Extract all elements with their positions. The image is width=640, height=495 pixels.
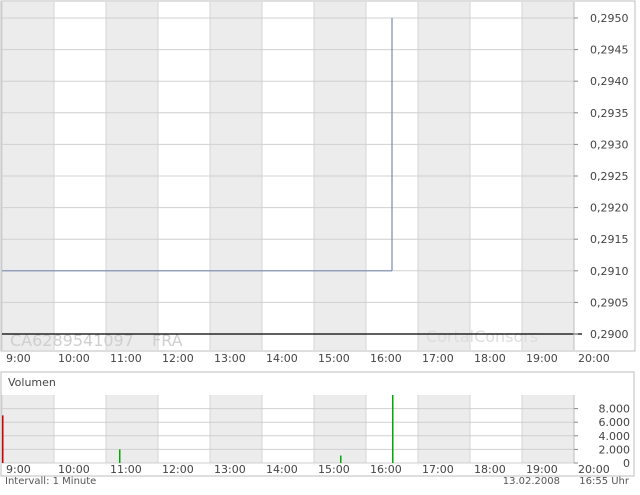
- footer-date: 13.02.2008: [503, 476, 560, 487]
- price-xtick-label: 15:00: [318, 352, 350, 365]
- price-xtick-label: 17:00: [422, 352, 454, 365]
- volume-xtick-label: 15:00: [318, 463, 350, 476]
- price-xtick-label: 16:00: [370, 352, 402, 365]
- price-ytick-label: 0,2945: [590, 44, 629, 57]
- footer-time: 16:55 Uhr: [579, 476, 630, 487]
- volume-panel: Volumen 8.0006.0004.0002.0000 9:00 10:00 11:…: [0, 371, 635, 477]
- volume-bg-stripe: [54, 395, 106, 463]
- price-xtick-label: 9:00: [6, 352, 31, 365]
- price-xtick-label: 12:00: [162, 352, 194, 365]
- volume-bg-stripe: [522, 395, 574, 463]
- volume-xtick-label: 12:00: [162, 463, 194, 476]
- volume-bar: [340, 455, 342, 463]
- price-xtick-label: 20:00: [578, 352, 610, 365]
- volume-ytick-label: 4.000: [599, 430, 631, 443]
- interval-label: Intervall: 1 Minute: [5, 476, 96, 487]
- volume-bg-stripe: [106, 395, 158, 463]
- price-xtick-label: 14:00: [266, 352, 298, 365]
- volume-bar: [392, 395, 394, 463]
- volume-bg-stripe: [470, 395, 522, 463]
- price-ytick-label: 0,2935: [590, 107, 629, 120]
- volume-xtick-label: 17:00: [422, 463, 454, 476]
- volume-xtick-label: 10:00: [58, 463, 90, 476]
- price-xtick-label: 13:00: [214, 352, 246, 365]
- watermark-brand: CortalConsors: [426, 327, 538, 346]
- chart-root: CA6289541097 FRA CortalConsors 0,2900 0,2905…: [0, 0, 640, 492]
- volume-bg-stripe: [158, 395, 210, 463]
- volume-xtick-label: 9:00: [6, 463, 31, 476]
- price-ytick-label: 0,2925: [590, 170, 629, 183]
- price-xtick-label: 11:00: [110, 352, 142, 365]
- price-ytick-label: 0,2910: [590, 265, 629, 278]
- price-panel: CA6289541097 FRA CortalConsors 0,29000,2905…: [0, 0, 636, 365]
- volume-xtick-label: 13:00: [214, 463, 246, 476]
- price-xtick-label: 10:00: [58, 352, 90, 365]
- volume-ytick-label: 6.000: [599, 416, 631, 429]
- volume-xtick-label: 14:00: [266, 463, 298, 476]
- price-ytick-label: 0,2900: [590, 328, 629, 341]
- volume-title: Volumen: [8, 376, 56, 389]
- volume-bg-stripe: [210, 395, 262, 463]
- volume-bg-stripe: [418, 395, 470, 463]
- volume-ytick-label: 2.000: [599, 443, 631, 456]
- volume-ytick-label: 0: [623, 457, 630, 470]
- price-ytick-label: 0,2915: [590, 233, 629, 246]
- volume-xtick-label: 20:00: [578, 463, 610, 476]
- chart-svg: CA6289541097 FRA CortalConsors 0,29000,2905…: [0, 0, 636, 487]
- volume-bar: [119, 449, 121, 463]
- volume-bg-stripe: [2, 395, 54, 463]
- volume-ytick-label: 8.000: [599, 403, 631, 416]
- volume-xtick-label: 16:00: [370, 463, 402, 476]
- volume-xtick-label: 19:00: [526, 463, 558, 476]
- price-ytick-label: 0,2930: [590, 138, 629, 151]
- volume-bg-stripe: [262, 395, 314, 463]
- price-ytick-label: 0,2920: [590, 202, 629, 215]
- volume-xtick-label: 11:00: [110, 463, 142, 476]
- price-xtick-label: 18:00: [474, 352, 506, 365]
- price-ytick-label: 0,2940: [590, 75, 629, 88]
- volume-xtick-label: 18:00: [474, 463, 506, 476]
- volume-bar: [2, 415, 4, 463]
- price-ytick-label: 0,2905: [590, 296, 629, 309]
- volume-bg-stripe: [314, 395, 366, 463]
- price-ytick-label: 0,2950: [590, 12, 629, 25]
- price-xtick-label: 19:00: [526, 352, 558, 365]
